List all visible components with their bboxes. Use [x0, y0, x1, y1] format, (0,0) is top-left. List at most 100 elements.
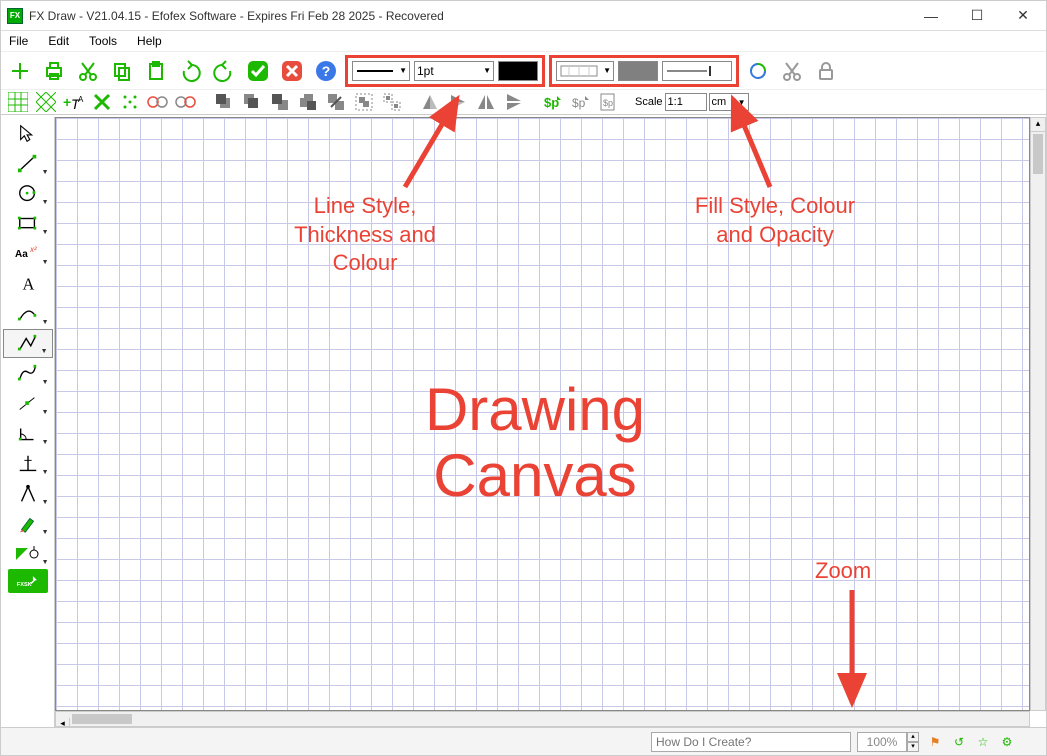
svg-text:Aa: Aa	[15, 249, 28, 260]
points-button[interactable]	[117, 90, 143, 114]
menu-help[interactable]: Help	[133, 33, 166, 49]
paste-button[interactable]	[141, 56, 171, 86]
grid-button[interactable]	[5, 90, 31, 114]
isogrid-button[interactable]	[33, 90, 59, 114]
annotation-fill: Fill Style, Colour and Opacity	[665, 192, 885, 249]
menu-file[interactable]: File	[5, 33, 32, 49]
param-button[interactable]: $p	[539, 90, 565, 114]
line-tool[interactable]	[3, 149, 53, 178]
redo-button[interactable]	[209, 56, 239, 86]
bring-front-button[interactable]	[211, 90, 237, 114]
delete-button[interactable]	[89, 90, 115, 114]
new-button[interactable]	[5, 56, 35, 86]
ruler-tool[interactable]	[3, 539, 53, 568]
line-thickness-value: 1pt	[417, 64, 434, 78]
zoom-spinner[interactable]: ▴▾	[907, 732, 919, 752]
undo-button[interactable]	[175, 56, 205, 86]
flag-icon[interactable]: ⚑	[925, 732, 945, 752]
help-button[interactable]: ?	[311, 56, 341, 86]
workarea: Aax² A FXSK ▴ ◂ Line Style, Thickness an…	[1, 117, 1046, 727]
close-button[interactable]: ✕	[1000, 1, 1046, 30]
cut-tool-button[interactable]	[777, 56, 807, 86]
line-style-dropdown[interactable]	[352, 61, 410, 81]
arrange-button[interactable]	[323, 90, 349, 114]
canvas-area: ▴ ◂ Line Style, Thickness and Colour Fil…	[55, 117, 1046, 727]
svg-text:FXSK: FXSK	[16, 582, 31, 588]
select-tool[interactable]	[3, 119, 53, 148]
fxsk-tool[interactable]: FXSK	[8, 569, 48, 593]
link1-button[interactable]	[145, 90, 171, 114]
annotation-canvas: Drawing Canvas	[355, 377, 715, 509]
menubar: File Edit Tools Help	[1, 31, 1046, 51]
scale-input[interactable]	[665, 93, 707, 111]
marker-tool[interactable]	[3, 509, 53, 538]
link2-button[interactable]	[173, 90, 199, 114]
history-icon[interactable]: ↺	[949, 732, 969, 752]
text-tool[interactable]: A	[3, 269, 53, 298]
horizontal-scrollbar[interactable]: ◂	[55, 711, 1030, 727]
svg-text:A: A	[22, 274, 34, 293]
curve-tool[interactable]	[3, 299, 53, 328]
polyline-tool[interactable]	[3, 329, 53, 358]
svg-text:?: ?	[322, 63, 331, 79]
help-search-input[interactable]	[651, 732, 851, 752]
angle-tool[interactable]	[3, 419, 53, 448]
minimize-button[interactable]: —	[908, 1, 954, 30]
svg-text:A: A	[78, 95, 84, 104]
ungroup-button[interactable]	[379, 90, 405, 114]
scale-label: Scale	[635, 96, 663, 108]
titlebar: FX FX Draw - V21.04.15 - Efofex Software…	[1, 1, 1046, 31]
line-color-swatch[interactable]	[498, 61, 538, 81]
accept-button[interactable]	[243, 56, 273, 86]
bring-forward-button[interactable]	[239, 90, 265, 114]
vertical-scrollbar[interactable]: ▴	[1030, 117, 1046, 711]
fill-pattern-dropdown[interactable]	[556, 61, 614, 81]
fill-color-swatch[interactable]	[618, 61, 658, 81]
scale-controls: Scale cm	[635, 93, 749, 111]
flip-right-button[interactable]	[417, 90, 443, 114]
line-style-panel: 1pt	[345, 55, 545, 87]
main-toolbar: ? 1pt	[1, 51, 1046, 89]
opacity-slider[interactable]	[662, 61, 732, 81]
copy-button[interactable]	[107, 56, 137, 86]
settings-icon[interactable]: ⚙	[997, 732, 1017, 752]
mirror-h-button[interactable]	[473, 90, 499, 114]
send-backward-button[interactable]	[267, 90, 293, 114]
cut-button[interactable]	[73, 56, 103, 86]
param2-button[interactable]: $p	[567, 90, 593, 114]
group-button[interactable]	[351, 90, 377, 114]
menu-tools[interactable]: Tools	[85, 33, 121, 49]
svg-text:x²: x²	[29, 245, 37, 254]
print-button[interactable]	[39, 56, 69, 86]
param-doc-button[interactable]: $p	[595, 90, 621, 114]
perp-tool[interactable]	[3, 449, 53, 478]
pen-tool[interactable]	[3, 359, 53, 388]
secondary-toolbar: +TA $p $p $p Scale cm	[1, 89, 1046, 115]
maximize-button[interactable]: ☐	[954, 1, 1000, 30]
svg-text:+: +	[63, 94, 71, 110]
rect-tool[interactable]	[3, 209, 53, 238]
snap-text-button[interactable]: +TA	[61, 90, 87, 114]
refresh-button[interactable]	[743, 56, 773, 86]
point-tool[interactable]	[3, 389, 53, 418]
svg-text:$p: $p	[572, 96, 586, 110]
app-icon: FX	[7, 8, 23, 24]
menu-edit[interactable]: Edit	[44, 33, 73, 49]
statusbar: 100% ▴▾ ⚑ ↺ ☆ ⚙	[1, 727, 1046, 755]
zoom-value[interactable]: 100%	[857, 732, 907, 752]
left-toolbar: Aax² A FXSK	[1, 117, 55, 727]
unit-dropdown[interactable]: cm	[709, 93, 749, 111]
annotation-zoom: Zoom	[815, 557, 871, 586]
circle-tool[interactable]	[3, 179, 53, 208]
lock-button[interactable]	[811, 56, 841, 86]
fill-style-panel	[549, 55, 739, 87]
send-back-button[interactable]	[295, 90, 321, 114]
flip-down-button[interactable]	[445, 90, 471, 114]
line-thickness-dropdown[interactable]: 1pt	[414, 61, 494, 81]
favorite-icon[interactable]: ☆	[973, 732, 993, 752]
mirror-v-button[interactable]	[501, 90, 527, 114]
compass-tool[interactable]	[3, 479, 53, 508]
reject-button[interactable]	[277, 56, 307, 86]
window-title: FX Draw - V21.04.15 - Efofex Software - …	[29, 9, 908, 23]
equation-tool[interactable]: Aax²	[3, 239, 53, 268]
